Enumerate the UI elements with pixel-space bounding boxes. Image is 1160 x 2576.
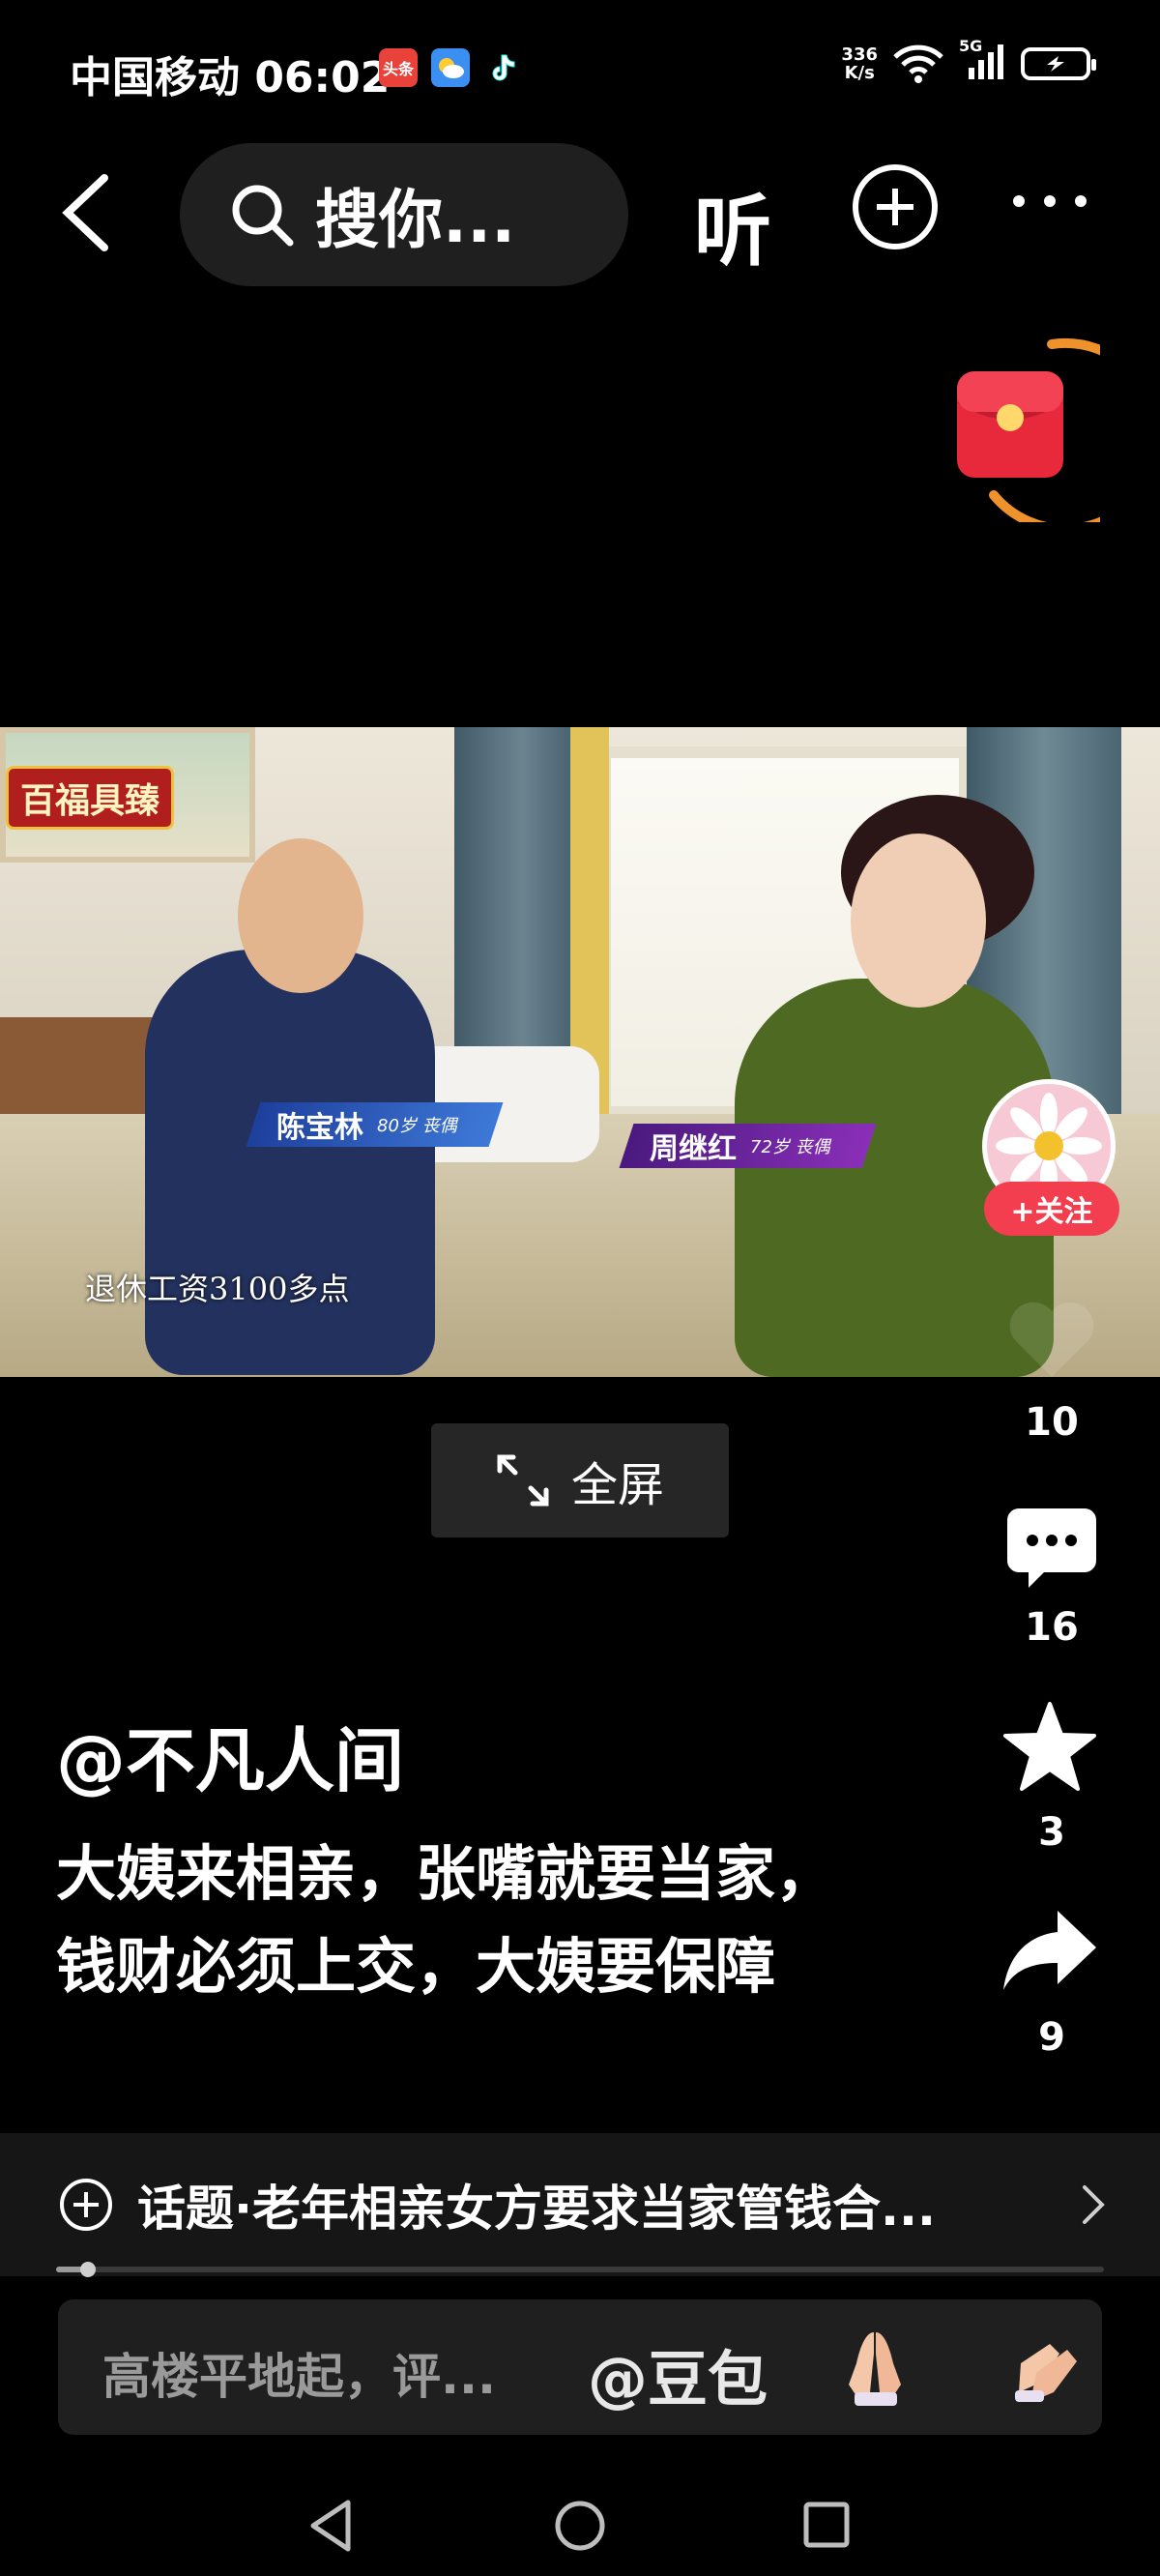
person-meta: 72岁 丧偶 [750, 1137, 830, 1157]
topic-text: 话题·老年相亲女方要求当家管钱合... [137, 2181, 936, 2237]
name-caption-1: 陈宝林 80岁 丧偶 [246, 1102, 504, 1147]
name-caption-2: 周继红 72岁 丧偶 [619, 1124, 877, 1168]
share-button[interactable] [1001, 1909, 1098, 1996]
weather-app-icon [431, 48, 470, 87]
like-count: 10 [1025, 1400, 1079, 1445]
search-placeholder: 搜你... [315, 183, 516, 257]
cell-signal-icon: 5G [959, 37, 1007, 85]
praying-hands-emoji-button[interactable] [831, 2325, 918, 2412]
search-bar[interactable]: 搜你... [180, 143, 628, 286]
comment-input-bar[interactable]: 高楼平地起，评... @豆包 [58, 2299, 1102, 2435]
clapping-hands-icon [1015, 2344, 1077, 2402]
network-speed: 336 K/s [841, 44, 878, 83]
woman-head [851, 834, 986, 1008]
like-button[interactable] [1005, 1300, 1098, 1385]
status-time: 中国移动 06:02 [70, 53, 391, 102]
heart-icon [1009, 1302, 1094, 1377]
comment-input[interactable]: 高楼平地起，评... [102, 2338, 496, 2408]
clapping-hands-emoji-button[interactable] [1001, 2325, 1088, 2412]
listen-button[interactable]: 听 [694, 169, 771, 281]
progress-handle[interactable] [79, 2262, 96, 2277]
toutiao-app-icon: 头条 [379, 48, 418, 87]
fullscreen-label: 全屏 [570, 1458, 664, 1512]
plus-icon [877, 189, 914, 225]
red-envelope-icon [957, 337, 1160, 534]
fullscreen-button[interactable]: 全屏 [431, 1423, 729, 1537]
topic-bar[interactable]: 话题·老年相亲女方要求当家管钱合... [0, 2133, 1160, 2276]
man-figure [145, 950, 435, 1375]
plus-circle-icon [60, 2179, 112, 2231]
more-dots-icon [1013, 195, 1087, 207]
video-subtitle: 退休工资3100多点 [85, 1271, 350, 1307]
author-name[interactable]: @不凡人间 [56, 1704, 404, 1805]
person-name: 陈宝林 [276, 1111, 363, 1145]
nav-home-icon[interactable] [553, 2499, 607, 2553]
program-logo: 百福具臻 [6, 766, 175, 830]
back-button[interactable] [58, 174, 116, 251]
red-packet-button[interactable] [936, 333, 1160, 534]
mention-doubao-button[interactable]: @豆包 [588, 2330, 768, 2417]
video-progress-bar[interactable] [56, 2262, 1104, 2277]
wifi-icon [893, 44, 943, 83]
more-button[interactable] [1009, 190, 1090, 217]
praying-hands-icon [849, 2332, 901, 2406]
favorite-button[interactable] [1001, 1700, 1098, 1797]
nav-recents-icon[interactable] [802, 2501, 851, 2549]
chevron-left-icon [62, 174, 108, 251]
battery-icon [1021, 47, 1096, 80]
comment-count: 16 [1025, 1605, 1079, 1650]
comment-bubble-icon [1007, 1508, 1096, 1588]
system-navigation-bar [0, 2475, 1160, 2576]
expand-icon [497, 1454, 549, 1507]
status-indicators: 336 K/s 5G [841, 37, 1096, 85]
person-name: 周继红 [650, 1132, 737, 1166]
share-count: 9 [1038, 2015, 1065, 2060]
search-icon [232, 185, 294, 247]
nav-back-icon[interactable] [307, 2499, 354, 2553]
post-description[interactable]: 大姨来相亲，张嘴就要当家，钱财必须上交，大姨要保障 [56, 1828, 887, 2013]
tiktok-app-icon [483, 48, 522, 87]
share-arrow-icon [1003, 1911, 1096, 1990]
video-player[interactable]: 百福具臻 陈宝林 80岁 丧偶 周继红 72岁 丧偶 退休工资3100多点 [0, 727, 1160, 1377]
man-head [238, 838, 363, 993]
comment-button[interactable] [1005, 1507, 1098, 1594]
star-icon [1003, 1702, 1096, 1791]
chevron-right-icon [1083, 2185, 1105, 2224]
favorite-count: 3 [1038, 1810, 1065, 1855]
create-button[interactable] [853, 164, 938, 249]
person-meta: 80岁 丧偶 [377, 1116, 457, 1136]
follow-button[interactable]: +关注 [984, 1182, 1119, 1236]
